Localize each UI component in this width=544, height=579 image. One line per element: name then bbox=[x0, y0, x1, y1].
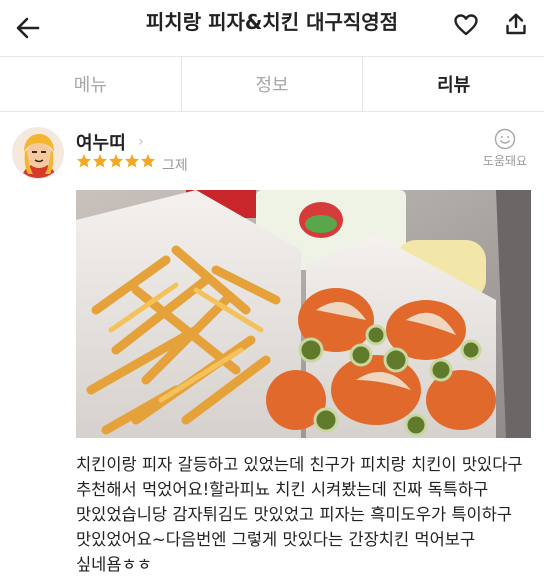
helpful-label: 도움돼요 bbox=[482, 154, 528, 168]
share-button[interactable] bbox=[498, 6, 534, 42]
star-icon bbox=[92, 154, 108, 168]
section-tabs: 메뉴 정보 리뷰 bbox=[0, 56, 544, 112]
smiley-face-icon bbox=[494, 128, 516, 150]
back-button[interactable] bbox=[10, 10, 46, 46]
star-icon bbox=[124, 154, 140, 168]
star-icon bbox=[76, 154, 92, 168]
avatar-illustration bbox=[13, 128, 63, 178]
avatar[interactable] bbox=[12, 127, 64, 179]
heart-outline-icon bbox=[454, 14, 478, 36]
tab-menu[interactable]: 메뉴 bbox=[0, 57, 182, 111]
app-header: 피치랑 피자&치킨 대구직영점 bbox=[0, 0, 544, 56]
star-icon bbox=[108, 154, 124, 168]
reviewer-name[interactable]: 여누띠 bbox=[76, 129, 126, 155]
favorite-button[interactable] bbox=[448, 7, 484, 43]
food-photo-illustration bbox=[76, 190, 531, 438]
tab-reviews[interactable]: 리뷰 bbox=[363, 57, 544, 111]
chevron-right-icon: › bbox=[138, 132, 144, 150]
review-date: 그제 bbox=[162, 158, 188, 174]
review-item: 여누띠 › 그제 도움돼요 치킨이랑 피자 갈등하고 있었는데 친구가 피치랑 … bbox=[0, 112, 544, 579]
helpful-button[interactable]: 도움돼요 bbox=[474, 128, 536, 169]
back-arrow-icon bbox=[16, 17, 40, 39]
star-icon bbox=[140, 154, 156, 168]
tab-info[interactable]: 정보 bbox=[182, 57, 364, 111]
review-text: 치킨이랑 피자 갈등하고 있었는데 친구가 피치랑 치킨이 맛있다구 추천해서 … bbox=[76, 455, 523, 574]
rating-stars bbox=[76, 153, 156, 169]
review-photo[interactable] bbox=[76, 190, 531, 438]
share-icon bbox=[506, 13, 526, 35]
